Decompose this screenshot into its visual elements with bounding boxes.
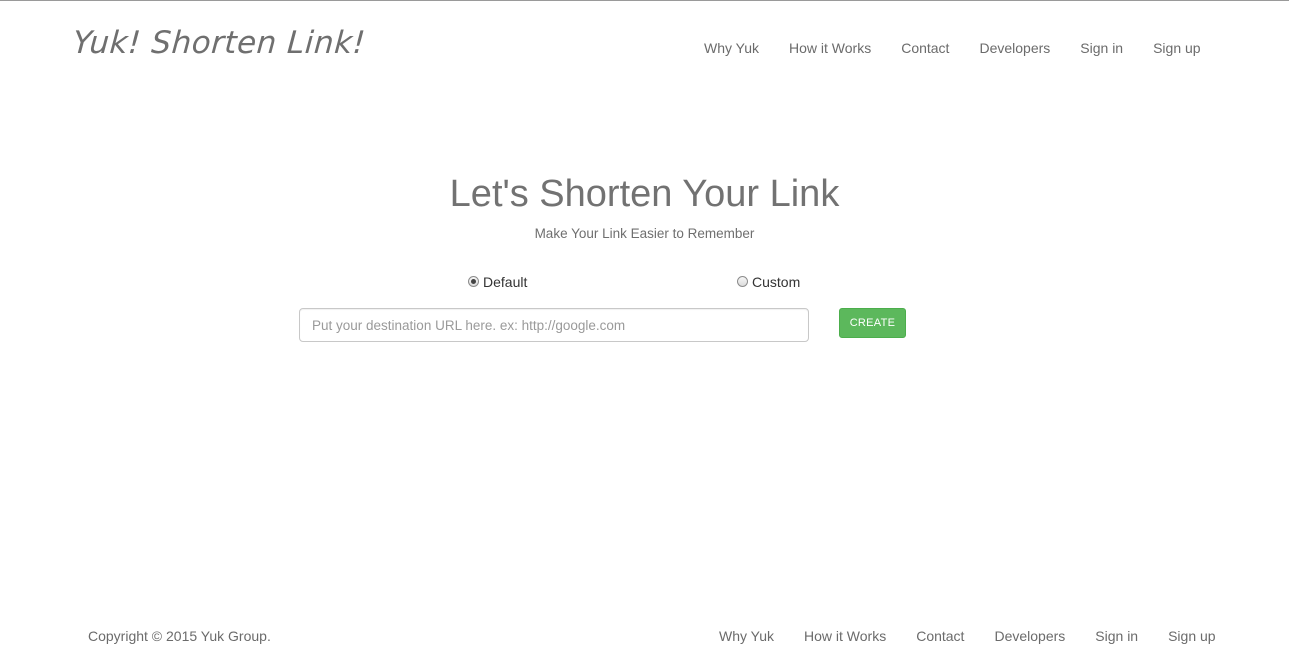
- nav-contact[interactable]: Contact: [901, 40, 949, 56]
- page: Yuk! Shorten Link! Why Yuk How it Works …: [0, 0, 1289, 656]
- footer-nav-contact[interactable]: Contact: [916, 628, 964, 644]
- radio-custom-label: Custom: [752, 274, 801, 290]
- nav-developers[interactable]: Developers: [979, 40, 1050, 56]
- radio-option-custom[interactable]: Custom: [737, 274, 800, 290]
- url-input[interactable]: [299, 308, 809, 342]
- nav-why-yuk[interactable]: Why Yuk: [704, 40, 759, 56]
- brand-logo[interactable]: Yuk! Shorten Link!: [72, 25, 367, 61]
- radio-option-default[interactable]: Default: [468, 274, 527, 290]
- radio-default-indicator[interactable]: [468, 275, 479, 287]
- footer-nav-why-yuk[interactable]: Why Yuk: [719, 628, 774, 644]
- page-subtitle: Make Your Link Easier to Remember: [534, 226, 755, 241]
- page-title: Let's Shorten Your Link: [449, 173, 840, 215]
- footer-nav-sign-in[interactable]: Sign in: [1095, 628, 1138, 644]
- copyright-text: Copyright © 2015 Yuk Group.: [88, 628, 271, 644]
- footer-nav-sign-up[interactable]: Sign up: [1168, 628, 1215, 644]
- footer-nav: Why Yuk How it Works Contact Developers …: [719, 628, 1216, 644]
- top-nav: Why Yuk How it Works Contact Developers …: [704, 40, 1201, 56]
- nav-sign-in[interactable]: Sign in: [1080, 40, 1123, 56]
- nav-how-it-works[interactable]: How it Works: [789, 40, 871, 56]
- radio-default-label: Default: [483, 274, 528, 290]
- radio-custom-indicator[interactable]: [737, 275, 748, 287]
- footer-nav-how-it-works[interactable]: How it Works: [804, 628, 886, 644]
- nav-sign-up[interactable]: Sign up: [1153, 40, 1200, 56]
- create-button[interactable]: CREATE: [839, 308, 906, 338]
- footer-nav-developers[interactable]: Developers: [994, 628, 1065, 644]
